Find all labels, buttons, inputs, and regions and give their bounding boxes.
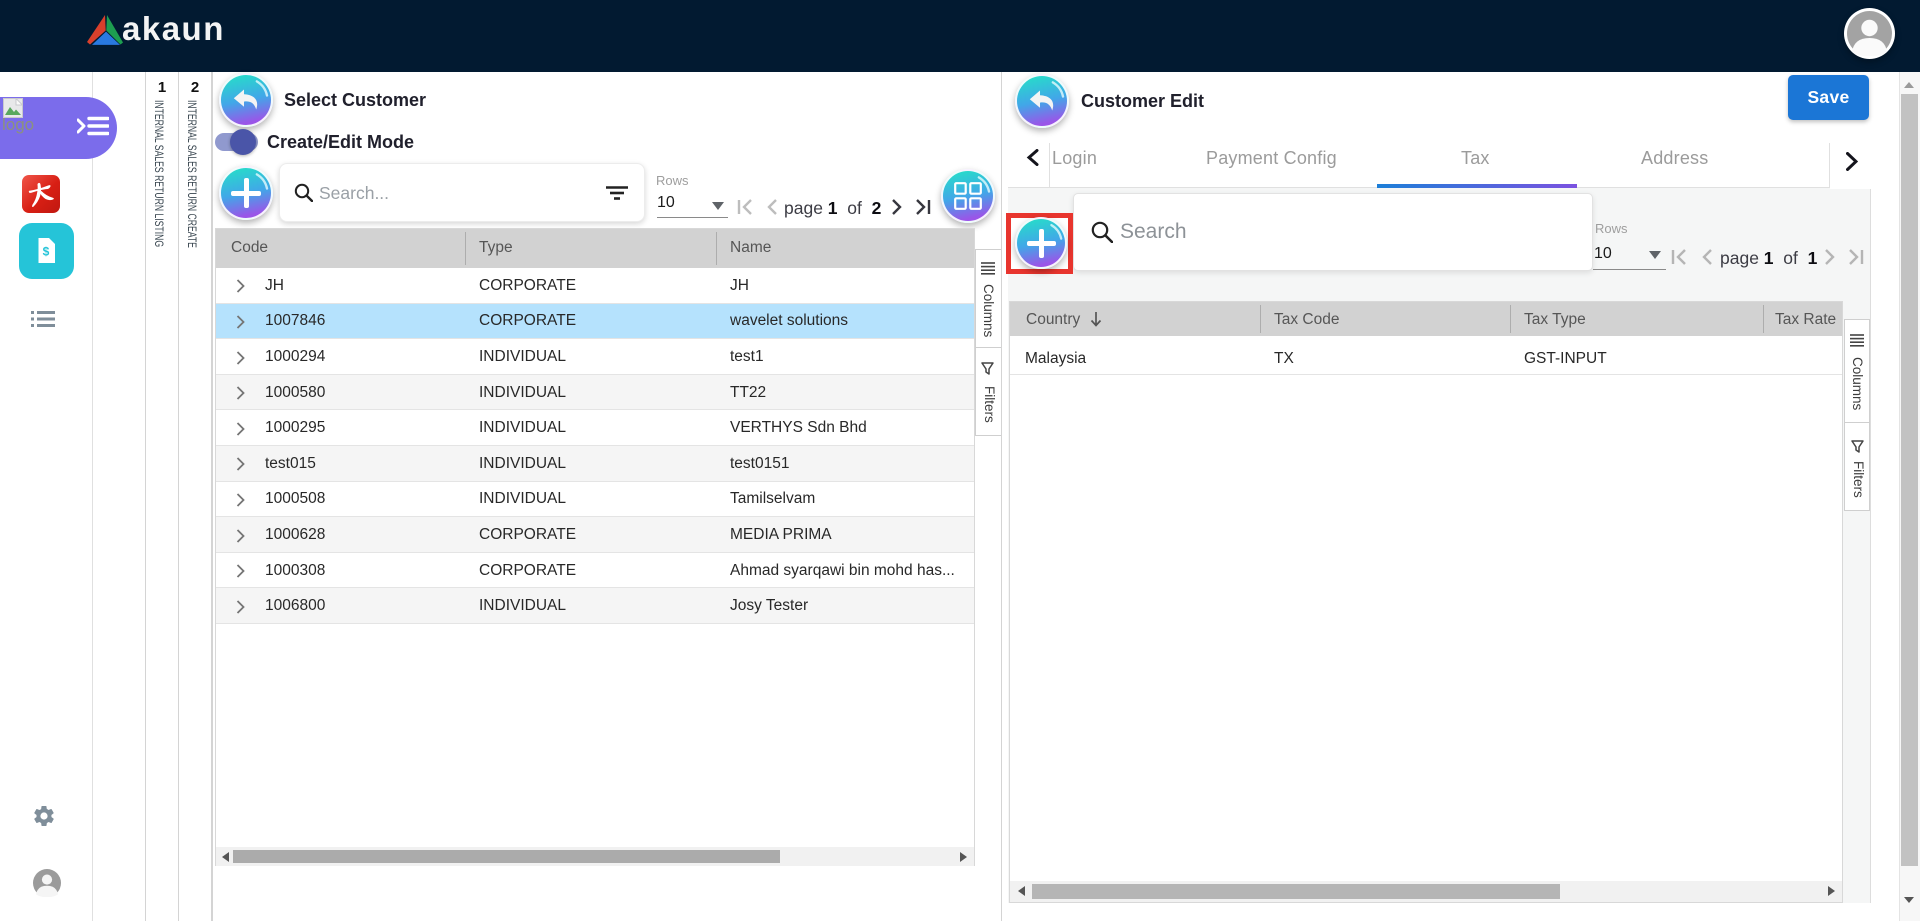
svg-text:$: $ [43,245,50,259]
